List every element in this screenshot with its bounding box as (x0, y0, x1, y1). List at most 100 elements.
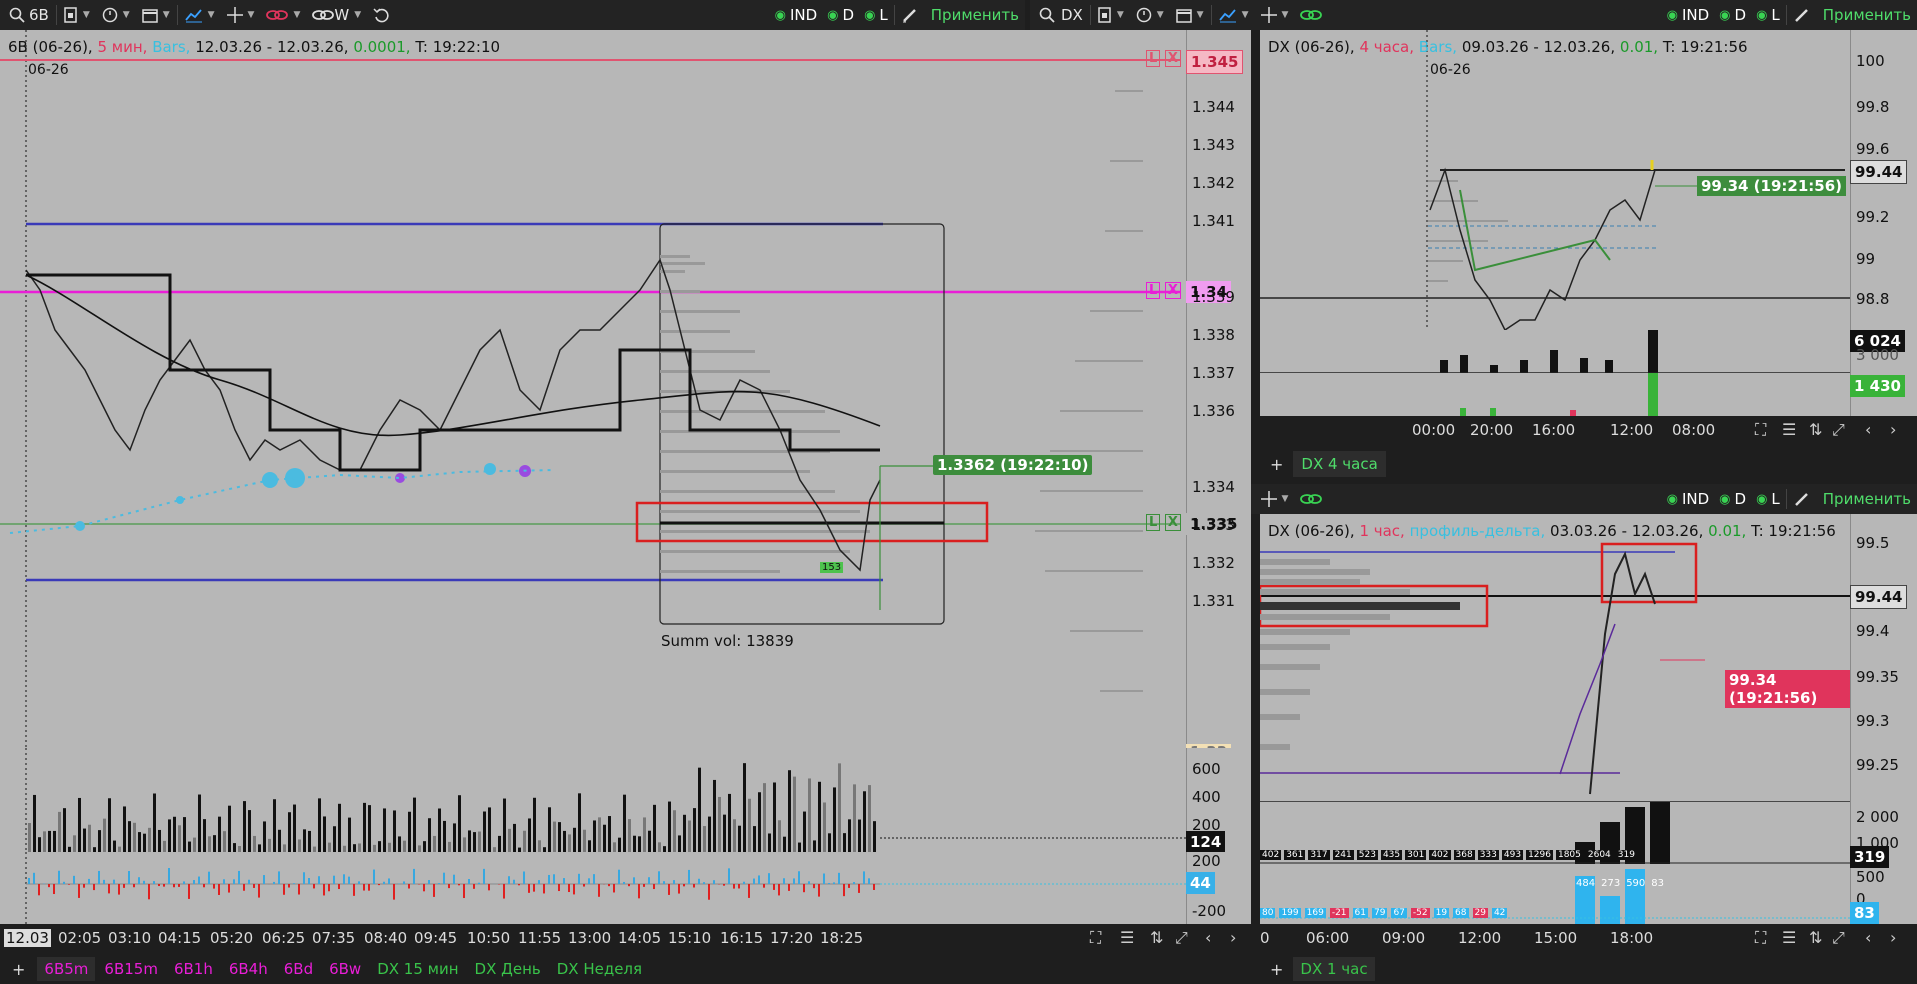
fullscreen-icon[interactable]: ⛶ (1090, 928, 1101, 948)
delta-bar (683, 884, 685, 887)
delta-bar (343, 874, 345, 884)
delta-labels-row-right: 484 273 590 83 (1576, 878, 1664, 889)
tab-6bw[interactable]: 6Bw (322, 957, 368, 981)
document-icon (1098, 7, 1112, 23)
delete-line-button[interactable]: X (1164, 50, 1181, 67)
delete-line-button[interactable]: X (1164, 282, 1181, 299)
crosshair-button[interactable]: ▼ (222, 3, 260, 27)
d-toggle[interactable]: ◉ D (823, 6, 858, 24)
volume-bar (293, 804, 296, 852)
apply-button[interactable]: Применить (1817, 6, 1917, 24)
add-tab-button[interactable]: + (1260, 455, 1293, 474)
delta-label: -52 (1410, 908, 1430, 918)
d-toggle[interactable]: ◉ D (1715, 490, 1750, 508)
crosshair-button[interactable]: ▼ (1256, 487, 1294, 511)
top-right-volume-pane[interactable] (1260, 330, 1850, 373)
symbol-search[interactable]: 6B (4, 3, 54, 27)
delta-bar (273, 881, 275, 884)
volume-bar (563, 830, 566, 852)
level-1335-lx[interactable]: L X (1146, 514, 1181, 531)
timeframe-button[interactable]: ▼ (97, 3, 135, 27)
top-right-time-axis[interactable]: 00:00 20:00 16:00 12:00 08:00 ⛶ ☰ ⇅ ⤢ ‹ › (1260, 416, 1917, 444)
tab-dx-4h[interactable]: DX 4 часа (1293, 451, 1386, 477)
link-button[interactable]: ▼ (261, 3, 305, 27)
link-button[interactable] (1295, 487, 1327, 511)
scale-icon[interactable]: ⇅ (1809, 420, 1822, 439)
template-button[interactable]: ▼ (1093, 3, 1129, 27)
ind-toggle[interactable]: ◉ IND (771, 6, 822, 24)
template-button[interactable]: ▼ (59, 3, 95, 27)
ind-toggle[interactable]: ◉ IND (1663, 6, 1714, 24)
scroll-right-icon[interactable]: › (1230, 928, 1236, 947)
l-toggle[interactable]: ◉ L (1752, 6, 1784, 24)
add-tab-button[interactable]: + (1260, 960, 1293, 979)
link-button[interactable] (1295, 3, 1327, 27)
level-134-lx[interactable]: L X (1146, 282, 1181, 299)
fullscreen-icon[interactable]: ⛶ (1755, 928, 1766, 948)
scale-icon[interactable]: ⇅ (1809, 928, 1822, 947)
scroll-left-icon[interactable]: ‹ (1865, 928, 1871, 947)
delete-line-button[interactable]: X (1164, 514, 1181, 531)
fit-icon[interactable]: ⤢ (1832, 928, 1845, 948)
delta-bar (758, 875, 760, 884)
l-toggle[interactable]: ◉ L (1752, 490, 1784, 508)
scroll-right-icon[interactable]: › (1890, 420, 1896, 439)
settings-sliders-icon[interactable]: ☰ (1120, 928, 1134, 947)
time-label: 16:00 (1532, 421, 1576, 439)
scroll-left-icon[interactable]: ‹ (1865, 420, 1871, 439)
bottom-right-time-axis[interactable]: 0 06:00 09:00 12:00 15:00 18:00 ⛶ ☰ ⇅ ⤢ ‹ › (1260, 924, 1917, 952)
draw-button[interactable] (1789, 487, 1815, 511)
lock-line-button[interactable]: L (1146, 50, 1161, 67)
time-label: 17:20 (770, 929, 814, 947)
apply-button[interactable]: Применить (925, 6, 1025, 24)
calendar-button[interactable]: ▼ (1171, 3, 1209, 27)
bottom-right-volume-pane[interactable]: 402 361 317 241 523 435 301 402 368 333 … (1260, 802, 1850, 864)
tab-dx-day[interactable]: DX День (468, 957, 548, 981)
bottom-right-delta-pane[interactable]: 80 199 169 -21 61 79 67 -52 19 68 29 42 … (1260, 864, 1850, 924)
settings-sliders-icon[interactable]: ☰ (1782, 420, 1796, 439)
lock-line-button[interactable]: L (1146, 514, 1161, 531)
calendar-button[interactable]: ▼ (137, 3, 175, 27)
settings-sliders-icon[interactable]: ☰ (1782, 928, 1796, 947)
volume-bar (358, 843, 361, 852)
indicators-button[interactable]: ▼ (180, 3, 220, 27)
tab-6b1h[interactable]: 6B1h (167, 957, 220, 981)
tab-6bd[interactable]: 6Bd (277, 957, 320, 981)
main-time-axis[interactable]: 12.03 02:05 03:10 04:15 05:20 06:25 07:35 08:40… (0, 924, 1250, 952)
indicators-button[interactable]: ▼ (1214, 3, 1254, 27)
scroll-right-icon[interactable]: › (1890, 928, 1896, 947)
add-tab-button[interactable]: + (0, 960, 37, 979)
fit-icon[interactable]: ⤢ (1175, 928, 1188, 948)
timeframe-button[interactable]: ▼ (1131, 3, 1169, 27)
tab-dx-15min[interactable]: DX 15 мин (370, 957, 465, 981)
bottom-right-price-pane[interactable]: DX (06-26), 1 час, профиль-дельта, 03.03… (1260, 514, 1850, 802)
main-volume-pane[interactable] (0, 748, 1186, 852)
scroll-left-icon[interactable]: ‹ (1205, 928, 1211, 947)
tab-dx-1h[interactable]: DX 1 час (1293, 957, 1375, 981)
interval-link-button[interactable]: W ▼ (307, 3, 366, 27)
symbol-search[interactable]: DX (1034, 3, 1088, 27)
main-delta-pane[interactable] (0, 852, 1186, 924)
crosshair-button[interactable]: ▼ (1256, 3, 1294, 27)
tab-6b5m[interactable]: 6B5m (37, 957, 96, 981)
draw-button[interactable] (1789, 3, 1815, 27)
main-price-pane[interactable]: 6B (06-26), 5 мин, Bars, 12.03.26 - 12.0… (0, 30, 1186, 748)
top-right-price-pane[interactable]: DX (06-26), 4 часа, Bars, 09.03.26 - 12.… (1260, 30, 1850, 330)
scale-icon[interactable]: ⇅ (1150, 928, 1163, 947)
volume-bar (433, 835, 436, 852)
level-1345-lx[interactable]: L X (1146, 50, 1181, 67)
draw-button[interactable] (897, 3, 923, 27)
tab-dx-week[interactable]: DX Неделя (550, 957, 649, 981)
ind-toggle[interactable]: ◉ IND (1663, 490, 1714, 508)
tab-6b4h[interactable]: 6B4h (222, 957, 275, 981)
tab-6b15m[interactable]: 6B15m (97, 957, 165, 981)
apply-button[interactable]: Применить (1817, 490, 1917, 508)
lock-line-button[interactable]: L (1146, 282, 1161, 299)
fullscreen-icon[interactable]: ⛶ (1755, 420, 1766, 440)
undo-button[interactable] (368, 3, 394, 27)
top-right-delta-pane[interactable] (1260, 373, 1850, 416)
top-right-volume-svg (1260, 330, 1850, 373)
d-toggle[interactable]: ◉ D (1715, 6, 1750, 24)
fit-icon[interactable]: ⤢ (1832, 420, 1845, 440)
l-toggle[interactable]: ◉ L (860, 6, 892, 24)
